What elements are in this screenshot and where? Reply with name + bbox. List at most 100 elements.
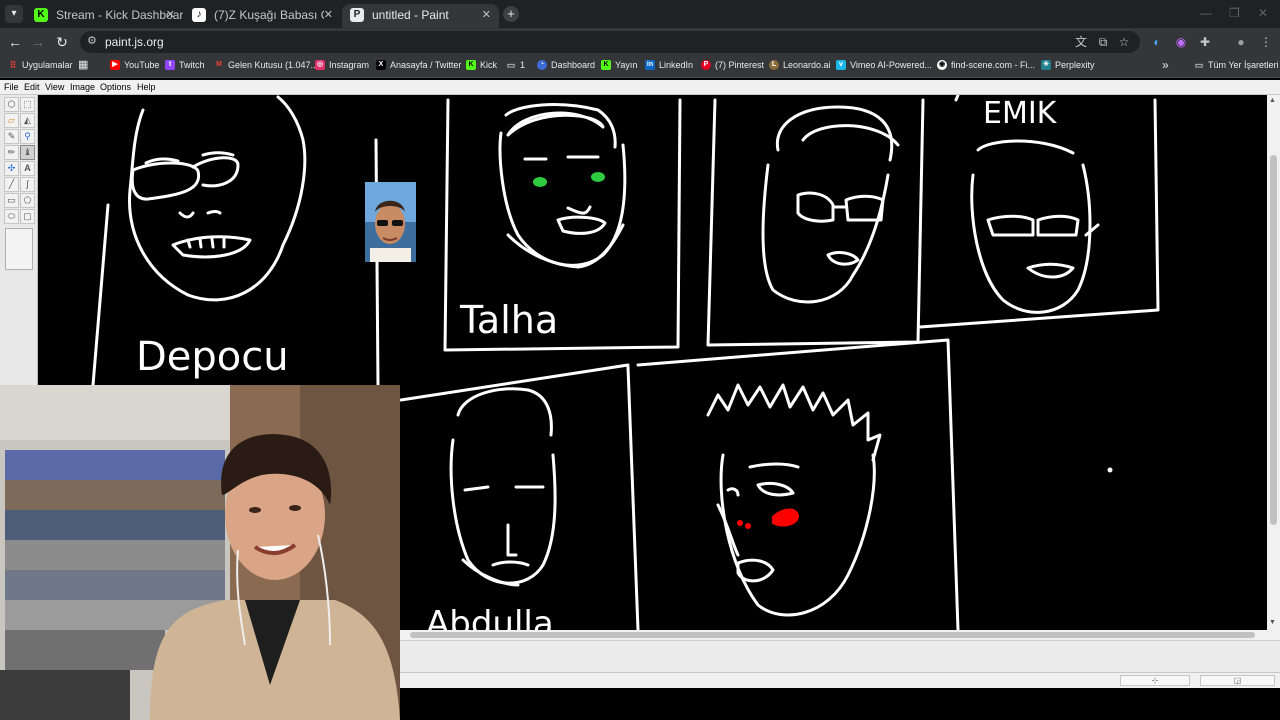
- pasted-photo[interactable]: [365, 182, 416, 262]
- bookmark-all-bookmarks[interactable]: ▭ Tüm Yer İşaretleri: [1194, 60, 1279, 70]
- tab-paint[interactable]: P untitled - Paint ✕: [342, 4, 499, 28]
- face-glasses: [761, 105, 900, 304]
- tab-tiktok[interactable]: ♪ (7)Z Kuşağı Babası Olmak: Komi... ✕: [184, 4, 341, 28]
- ellipse-icon[interactable]: ⬭: [4, 209, 19, 224]
- pencil-icon[interactable]: ✏: [4, 145, 19, 160]
- text-icon[interactable]: A: [20, 161, 35, 176]
- minimize-icon[interactable]: —: [1200, 6, 1212, 20]
- extensions-puzzle-icon[interactable]: ✚: [1197, 34, 1213, 50]
- browser-toolbar: ← → ↻ ⚙ paint.js.org 文 ⧉ ☆ ◐ ◉ ✚ ● ⋮: [0, 28, 1280, 56]
- forward-arrow-icon[interactable]: →: [29, 33, 47, 51]
- bookmark-gmail[interactable]: M Gelen Kutusu (1.047...: [214, 60, 318, 70]
- more-menu-icon[interactable]: ⋮: [1258, 34, 1274, 50]
- color-palette-area[interactable]: [400, 640, 1280, 672]
- eye-green: [591, 172, 605, 182]
- polygon-icon[interactable]: ⬠: [20, 193, 35, 208]
- bookmark-label: Kick: [480, 60, 498, 70]
- rectangle-icon[interactable]: ▭: [4, 193, 19, 208]
- tab-search-button[interactable]: ▾: [5, 5, 23, 23]
- reload-icon[interactable]: ↻: [53, 33, 71, 51]
- bookmark-dashboard[interactable]: ◔ Dashboard: [537, 60, 595, 70]
- bookmark-label: Perplexity: [1055, 60, 1095, 70]
- red-mark: [737, 520, 743, 526]
- bookmark-find-scene[interactable]: ◉ find-scene.com - Fi...: [937, 60, 1035, 70]
- airbrush-icon[interactable]: ✣: [4, 161, 19, 176]
- fill-bucket-icon[interactable]: ◭: [20, 113, 35, 128]
- face-spiky: [706, 383, 882, 617]
- tool-options-box[interactable]: [5, 228, 33, 270]
- paint-status-bar: ⊹ ◲: [400, 672, 1280, 688]
- avatar[interactable]: ●: [1233, 34, 1249, 50]
- kick-icon: K: [466, 60, 476, 70]
- extension-icon[interactable]: ◉: [1173, 34, 1189, 50]
- extension-icon[interactable]: ◐: [1149, 34, 1165, 50]
- menu-edit[interactable]: Edit: [24, 82, 40, 92]
- brush-icon[interactable]: ♝: [20, 145, 35, 160]
- bookmark-youtube[interactable]: ▶ YouTube: [110, 60, 159, 70]
- bookmarks-bar: ⠿ Uygulamalar ▦ ▶ YouTube t Twitch M Gel…: [0, 56, 1280, 78]
- bookmark-twitch[interactable]: t Twitch: [165, 60, 205, 70]
- instagram-icon: ◎: [315, 60, 325, 70]
- menu-options[interactable]: Options: [100, 82, 131, 92]
- paint-menu-bar: File Edit View Image Options Help: [0, 80, 1280, 95]
- translate-icon[interactable]: 文: [1073, 34, 1089, 50]
- free-select-icon[interactable]: ⬡: [4, 97, 19, 112]
- linkedin-icon: in: [645, 60, 655, 70]
- close-icon[interactable]: ✕: [166, 4, 175, 26]
- bookmark-linkedin[interactable]: in LinkedIn: [645, 60, 693, 70]
- vertical-scrollbar[interactable]: ▲ ▼: [1267, 95, 1280, 630]
- dashboard-icon: ◔: [537, 60, 547, 70]
- scroll-down-icon[interactable]: ▼: [1269, 619, 1276, 626]
- back-arrow-icon[interactable]: ←: [6, 33, 24, 51]
- bookmarks-overflow-icon[interactable]: »: [1162, 58, 1169, 72]
- menu-view[interactable]: View: [45, 82, 64, 92]
- bookmark-perplexity[interactable]: ✳ Perplexity: [1041, 60, 1095, 70]
- install-app-icon[interactable]: ⧉: [1095, 34, 1111, 50]
- url-text[interactable]: paint.js.org: [105, 35, 164, 49]
- vimeo-icon: v: [836, 60, 846, 70]
- gmail-icon: M: [216, 61, 222, 68]
- bookmark-leonardo[interactable]: L Leonardo.ai: [769, 60, 831, 70]
- canvas-size-icon: ◲: [1200, 675, 1275, 686]
- menu-help[interactable]: Help: [137, 82, 156, 92]
- face-talha: [498, 103, 627, 269]
- close-window-icon[interactable]: ✕: [1258, 6, 1268, 20]
- magnifier-icon[interactable]: ⚲: [20, 129, 35, 144]
- curve-icon[interactable]: ∫: [20, 177, 35, 192]
- tab-kick-dashboard[interactable]: K Stream - Kick Dashboard ✕: [26, 4, 183, 28]
- bookmark-pinterest[interactable]: P (7) Pinterest: [701, 60, 764, 70]
- grid-icon[interactable]: ▦: [78, 58, 88, 71]
- close-icon[interactable]: ✕: [324, 4, 333, 26]
- bookmark-folder-1[interactable]: ▭ 1: [506, 60, 525, 70]
- tiktok-icon: ♪: [192, 8, 206, 22]
- kick-icon: K: [34, 8, 48, 22]
- color-picker-icon[interactable]: ✎: [4, 129, 19, 144]
- menu-image[interactable]: Image: [70, 82, 95, 92]
- bookmark-kick[interactable]: K Kick: [466, 60, 497, 70]
- bookmark-label: Dashboard: [551, 60, 596, 70]
- scroll-thumb[interactable]: [1270, 155, 1277, 525]
- address-bar[interactable]: ⚙ paint.js.org: [80, 31, 1140, 53]
- horizontal-scrollbar[interactable]: [400, 630, 1280, 640]
- bookmark-star-icon[interactable]: ☆: [1116, 34, 1132, 50]
- bookmark-label: LinkedIn: [659, 60, 694, 70]
- paint-icon: P: [350, 8, 364, 22]
- eraser-icon[interactable]: ▱: [4, 113, 19, 128]
- bookmark-yayin[interactable]: K Yayın: [601, 60, 637, 70]
- line-icon[interactable]: ╱: [4, 177, 19, 192]
- new-tab-button[interactable]: +: [503, 6, 519, 22]
- menu-file[interactable]: File: [4, 82, 19, 92]
- bookmark-twitter[interactable]: X Anasayfa / Twitter: [376, 60, 461, 70]
- rounded-rect-icon[interactable]: ▢: [20, 209, 35, 224]
- tab-title: (7)Z Kuşağı Babası Olmak: Komi...: [214, 8, 324, 22]
- site-info-icon[interactable]: ⚙: [87, 34, 97, 47]
- x-icon: X: [376, 60, 386, 70]
- close-icon[interactable]: ✕: [482, 4, 491, 26]
- bookmark-vimeo[interactable]: v Vimeo AI-Powered...: [836, 60, 932, 70]
- rect-select-icon[interactable]: ⬚: [20, 97, 35, 112]
- bookmark-apps[interactable]: ⠿ Uygulamalar: [8, 60, 73, 70]
- maximize-icon[interactable]: ❐: [1229, 6, 1240, 20]
- bookmark-instagram[interactable]: ◎ Instagram: [315, 60, 369, 70]
- scroll-thumb[interactable]: [410, 632, 1255, 638]
- scroll-up-icon[interactable]: ▲: [1269, 97, 1276, 104]
